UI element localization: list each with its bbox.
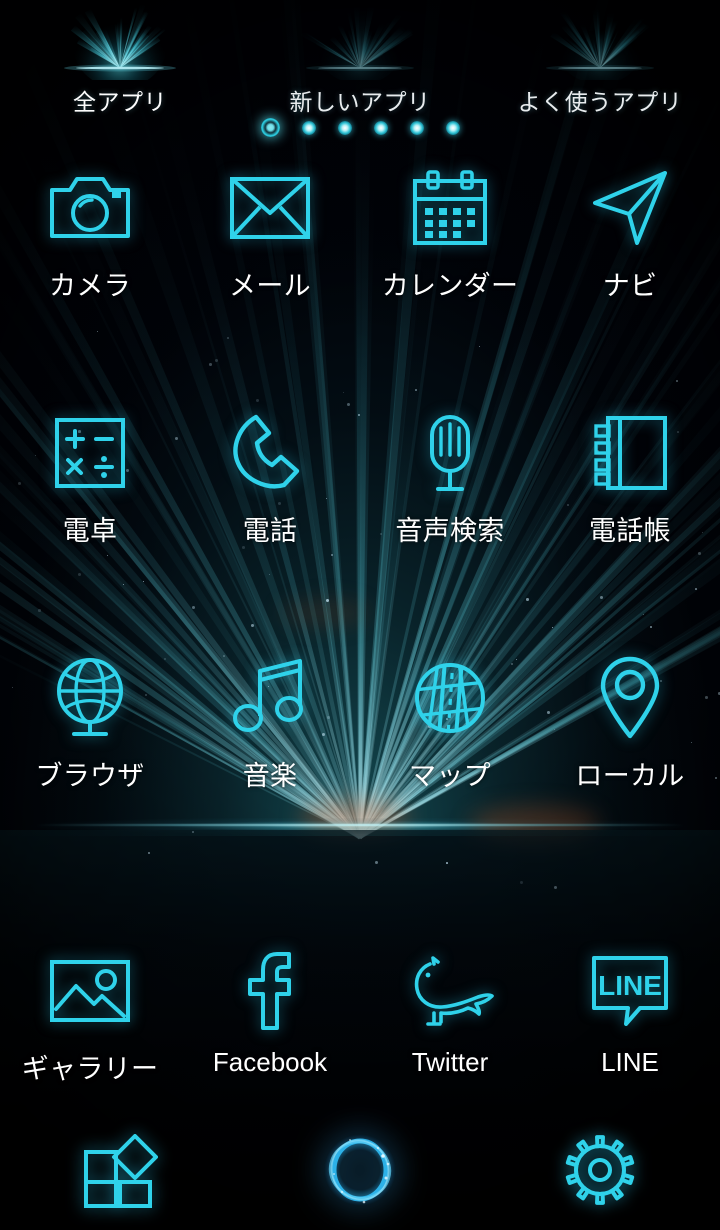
page-dot-3[interactable]: [337, 120, 352, 135]
tab-label: 新しいアプリ: [289, 89, 431, 115]
app-label: 電卓: [62, 516, 118, 546]
music-icon: [222, 650, 318, 746]
mail-icon: [222, 160, 318, 256]
navigation-icon: [582, 160, 678, 256]
app-row: ギャラリー Facebook Twitter LINE LINE: [0, 943, 720, 1086]
page-dot-2[interactable]: [301, 120, 316, 135]
app-calendar[interactable]: カレンダー: [360, 160, 540, 405]
dock: [0, 1110, 720, 1230]
app-facebook[interactable]: Facebook: [180, 943, 360, 1086]
app-row: カメラ メール カレンダー ナビ: [0, 160, 720, 405]
facebook-icon: [222, 943, 318, 1039]
globe-icon: [42, 650, 138, 746]
app-label: 音楽: [242, 761, 298, 791]
app-label: ナビ: [602, 271, 658, 301]
line-icon-text: LINE: [598, 970, 662, 1001]
app-row: ブラウザ 音楽 マップ ローカル: [0, 650, 720, 895]
app-camera[interactable]: カメラ: [0, 160, 180, 405]
app-phone[interactable]: 電話: [180, 405, 360, 650]
app-label: 電話: [242, 516, 298, 546]
contacts-icon: [582, 405, 678, 501]
app-label: マップ: [409, 761, 491, 791]
burst-icon: [50, 2, 190, 80]
page-dot-4[interactable]: [373, 120, 388, 135]
calculator-icon: [42, 405, 138, 501]
app-label: Twitter: [411, 1047, 489, 1077]
dock-widgets-button[interactable]: [0, 1130, 240, 1210]
app-navigation[interactable]: ナビ: [540, 160, 720, 405]
gear-icon: [561, 1131, 639, 1209]
page-dot-5[interactable]: [409, 120, 424, 135]
app-music[interactable]: 音楽: [180, 650, 360, 895]
tab-label: 全アプリ: [73, 89, 167, 115]
gallery-icon: [42, 943, 138, 1039]
home-ring-icon: [320, 1130, 400, 1210]
calendar-icon: [402, 160, 498, 256]
camera-icon: [42, 160, 138, 256]
app-label: カレンダー: [381, 271, 519, 301]
app-mail[interactable]: メール: [180, 160, 360, 405]
app-local[interactable]: ローカル: [540, 650, 720, 895]
app-browser[interactable]: ブラウザ: [0, 650, 180, 895]
app-calculator[interactable]: 電卓: [0, 405, 180, 650]
tab-label: よく使うアプリ: [517, 89, 683, 115]
burst-icon: [530, 2, 670, 80]
app-label: Facebook: [212, 1047, 328, 1077]
phone-icon: [222, 405, 318, 501]
app-label: ギャラリー: [21, 1054, 159, 1084]
dock-home-button[interactable]: [240, 1130, 480, 1210]
app-twitter[interactable]: Twitter: [360, 943, 540, 1086]
burst-icon: [290, 2, 430, 80]
app-voice-search[interactable]: 音声検索: [360, 405, 540, 650]
app-gallery[interactable]: ギャラリー: [0, 943, 180, 1086]
app-label: 電話帳: [589, 516, 671, 546]
app-label: LINE: [601, 1047, 659, 1077]
dock-settings-button[interactable]: [480, 1131, 720, 1209]
app-line[interactable]: LINE LINE: [540, 943, 720, 1086]
page-dot-6[interactable]: [445, 120, 460, 135]
page-indicator: [0, 118, 720, 137]
app-map[interactable]: マップ: [360, 650, 540, 895]
page-dot-1[interactable]: [260, 118, 280, 137]
map-pin-icon: [582, 650, 678, 746]
line-icon: LINE: [582, 943, 678, 1039]
app-drawer-screen: 全アプリ 新しいアプリ よく使うアプリ カメラ メール カレンダー ナビ 電卓 …: [0, 0, 720, 1230]
app-label: ローカル: [575, 761, 685, 791]
map-icon: [402, 650, 498, 746]
app-grid: カメラ メール カレンダー ナビ 電卓 電話 音声検索 電話帳 ブラウザ 音楽 …: [0, 160, 720, 1086]
widgets-icon: [80, 1130, 160, 1210]
app-label: ブラウザ: [35, 761, 145, 791]
app-contacts[interactable]: 電話帳: [540, 405, 720, 650]
app-label: 音声検索: [395, 516, 505, 546]
app-label: カメラ: [49, 271, 131, 301]
twitter-icon: [402, 943, 498, 1039]
microphone-icon: [402, 405, 498, 501]
app-label: メール: [229, 271, 311, 301]
app-row: 電卓 電話 音声検索 電話帳: [0, 405, 720, 650]
